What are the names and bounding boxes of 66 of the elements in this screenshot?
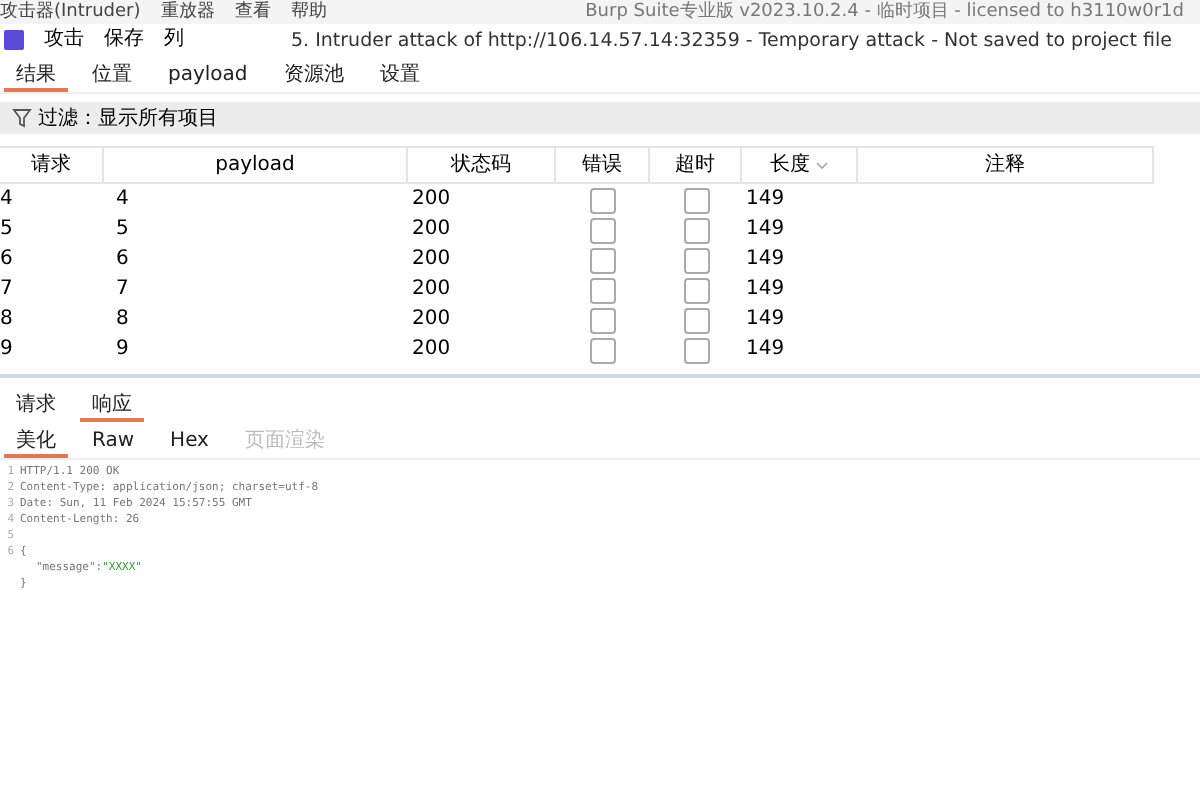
table-cell: 5 <box>0 218 13 240</box>
checkbox[interactable] <box>683 218 709 244</box>
tab[interactable]: Hex <box>158 422 221 458</box>
checkbox[interactable] <box>590 188 616 214</box>
table-cell: 7 <box>0 278 13 300</box>
table-cell: 149 <box>746 248 785 270</box>
tab[interactable]: 设置 <box>367 56 432 92</box>
table-cell: 200 <box>412 278 451 300</box>
tab[interactable]: 响应 <box>80 386 144 422</box>
table-cell: 149 <box>746 218 785 240</box>
column-header[interactable]: 长度 <box>742 146 858 184</box>
table-cell: 7 <box>116 278 129 300</box>
table-cell: 8 <box>116 308 129 330</box>
table-cell: 8 <box>0 308 13 330</box>
column-header[interactable]: 状态码 <box>408 146 556 184</box>
window-title: Burp Suite专业版 v2023.10.2.4 - 临时项目 - licensed to h3110w0r1d <box>585 0 1184 24</box>
tab[interactable]: 资源池 <box>271 56 356 92</box>
checkbox[interactable] <box>683 308 709 334</box>
column-header[interactable]: payload <box>104 146 408 184</box>
table-cell: 200 <box>412 248 451 270</box>
checkbox[interactable] <box>590 218 616 244</box>
menu-item[interactable]: 攻击 <box>44 28 84 52</box>
table-cell: 9 <box>0 338 13 360</box>
table-cell: 6 <box>0 248 13 270</box>
checkbox[interactable] <box>683 278 709 304</box>
table-cell: 200 <box>412 218 451 240</box>
table-cell: 149 <box>746 278 785 300</box>
tab[interactable]: 位置 <box>80 56 144 92</box>
menu-item[interactable]: 重放器 <box>160 0 215 24</box>
table-cell: 149 <box>746 308 785 330</box>
menu-item[interactable]: 保存 <box>104 28 144 52</box>
checkbox[interactable] <box>683 248 709 274</box>
table-cell: 4 <box>0 188 13 210</box>
menu-item[interactable]: 攻击器(Intruder) <box>0 0 141 24</box>
checkbox[interactable] <box>590 278 616 304</box>
checkbox[interactable] <box>590 308 616 334</box>
table-cell: 200 <box>412 338 451 360</box>
tab[interactable]: 请求 <box>4 386 68 422</box>
table-cell: 149 <box>746 188 785 210</box>
filter-icon <box>12 108 32 128</box>
column-header[interactable]: 错误 <box>556 146 650 184</box>
attack-title: 5. Intruder attack of http://106.14.57.14:32359 - Temporary attack - Not saved to project file <box>291 29 1172 51</box>
table-cell: 200 <box>412 188 451 210</box>
column-header[interactable]: 超时 <box>650 146 742 184</box>
table-cell: 9 <box>116 338 129 360</box>
table-cell: 149 <box>746 338 785 360</box>
tab[interactable]: Raw <box>80 422 147 458</box>
column-header[interactable]: 请求 <box>0 146 104 184</box>
checkbox[interactable] <box>683 188 709 214</box>
tab[interactable]: 美化 <box>4 422 68 458</box>
menu-item[interactable]: 帮助 <box>290 0 327 24</box>
filter-bar[interactable]: 过滤：显示所有项目 <box>0 102 1200 134</box>
checkbox[interactable] <box>590 248 616 274</box>
checkbox[interactable] <box>683 338 709 364</box>
table-cell: 5 <box>116 218 129 240</box>
sort-icon <box>816 162 828 170</box>
checkbox[interactable] <box>590 338 616 364</box>
column-header[interactable]: 注释 <box>858 146 1154 184</box>
table-cell: 200 <box>412 308 451 330</box>
table-cell: 6 <box>116 248 129 270</box>
tab[interactable]: 结果 <box>4 56 68 92</box>
menu-item[interactable]: 列 <box>164 28 184 52</box>
app-logo-icon <box>4 30 24 50</box>
tab[interactable]: payload <box>156 56 260 92</box>
table-cell: 4 <box>116 188 129 210</box>
menu-item[interactable]: 查看 <box>234 0 271 24</box>
